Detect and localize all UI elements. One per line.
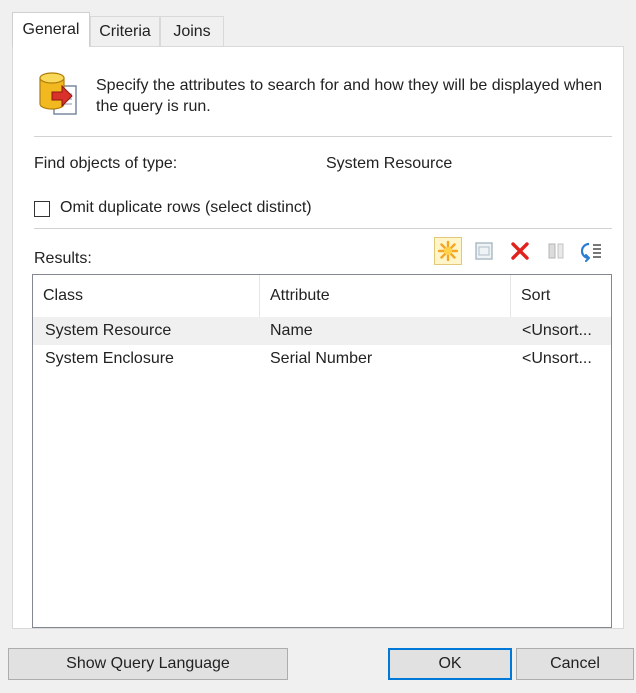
cell-class: System Resource: [45, 322, 172, 339]
tab-criteria[interactable]: Criteria: [90, 16, 160, 46]
separator-results: [34, 228, 612, 229]
find-objects-value: System Resource: [326, 155, 453, 172]
omit-duplicates-label[interactable]: Omit duplicate rows (select distinct): [60, 199, 312, 217]
database-query-icon: [39, 72, 77, 115]
ok-button[interactable]: OK: [388, 648, 512, 680]
cell-attribute: Name: [270, 322, 313, 339]
results-label: Results:: [34, 250, 92, 267]
cell-sort: <Unsort...: [522, 350, 592, 367]
table-row[interactable]: System Enclosure Serial Number <Unsort..…: [33, 345, 611, 373]
tab-general[interactable]: General: [12, 12, 90, 47]
new-sparkle-icon: [437, 240, 459, 262]
new-attribute-button[interactable]: [434, 237, 462, 265]
description-text: Specify the attributes to search for and…: [96, 77, 603, 115]
cancel-button[interactable]: Cancel: [516, 648, 634, 680]
cell-class: System Enclosure: [45, 350, 174, 367]
move-button[interactable]: [542, 237, 570, 265]
results-list[interactable]: Class Attribute Sort System Resource Nam…: [32, 274, 612, 628]
column-header-sort[interactable]: Sort: [511, 275, 611, 317]
delete-button[interactable]: [506, 237, 534, 265]
column-header-class[interactable]: Class: [33, 275, 259, 317]
list-order-icon: [581, 242, 601, 262]
separator-top: [34, 136, 612, 137]
properties-icon: [475, 242, 493, 260]
table-row[interactable]: System Resource Name <Unsort...: [33, 317, 611, 345]
show-query-language-button[interactable]: Show Query Language: [8, 648, 288, 680]
tab-joins[interactable]: Joins: [160, 16, 224, 46]
properties-button[interactable]: [470, 237, 498, 265]
find-objects-label: Find objects of type:: [34, 155, 178, 172]
column-header-attribute[interactable]: Attribute: [260, 275, 510, 317]
omit-duplicates-checkbox[interactable]: [34, 201, 50, 217]
cell-sort: <Unsort...: [522, 322, 592, 339]
order-button[interactable]: [578, 237, 606, 265]
move-icon: [548, 243, 564, 259]
delete-x-icon: [511, 242, 529, 260]
cell-attribute: Serial Number: [270, 350, 373, 367]
